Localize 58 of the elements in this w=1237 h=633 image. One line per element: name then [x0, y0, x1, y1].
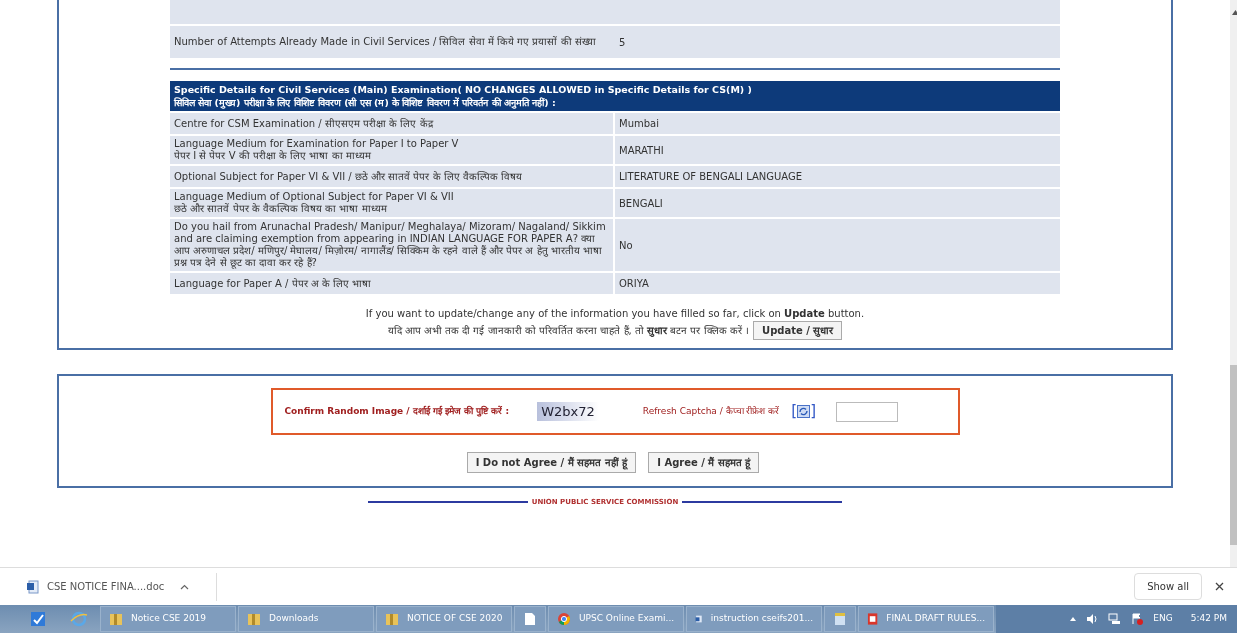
- field-label: Number of Attempts Already Made in Civil Services / सिविल सेवा में किये गए प्रयासों की संख्या: [173, 35, 597, 49]
- update-note-hindi: यदि आप अभी तक दी गई जानकारी को परिवर्तित करना चाहते हैं, तो सुधार बटन पर क्लिक करें ।: [387, 324, 749, 338]
- scroll-up-icon[interactable]: [1232, 10, 1237, 15]
- field-value: No: [618, 238, 633, 253]
- captcha-input[interactable]: [836, 401, 899, 422]
- tray-arrow-icon[interactable]: [1070, 617, 1077, 621]
- field-value: 5: [618, 35, 626, 50]
- disagree-button[interactable]: I Do not Agree / मैं सहमत नहीं हूं: [466, 452, 637, 473]
- taskbar-item[interactable]: [514, 606, 546, 632]
- agree-button[interactable]: I Agree / मैं सहमत हूं: [648, 452, 760, 473]
- language-indicator[interactable]: ENG: [1153, 612, 1173, 626]
- field-label: Language for Paper A / पेपर अ के लिए भाषा: [174, 277, 373, 290]
- field-value: Mumbai: [618, 117, 659, 131]
- download-file-name[interactable]: CSE NOTICE FINA....doc: [47, 579, 165, 594]
- pdf-icon: [867, 612, 879, 626]
- field-label: Optional Subject for Paper VI & VII / छठे और सातवें पेपर के लिए वैकल्पिक विषय: [174, 170, 524, 183]
- field-value: MARATHI: [618, 143, 664, 158]
- start-icon[interactable]: [30, 611, 46, 627]
- field-label: पेपर I से पेपर V की परीक्षा के लिए भाषा का माध्यम: [174, 150, 372, 162]
- update-note: If you want to update/change any of the information you have filled so far, click on Update button.: [365, 307, 865, 321]
- section-title-hindi: सिविल सेवा (मुख्य) परीक्षा के लिए विशिष्ट विवरण (सी एस (म) के विशिष्ट विवरण में परिवर्तन की अनुमति नहीं) :: [174, 96, 557, 109]
- folder-icon: [247, 612, 261, 626]
- notepad-icon: [834, 612, 846, 626]
- refresh-captcha-label[interactable]: Refresh Captcha / कैप्चा रीफ्रेश करें: [642, 404, 780, 419]
- update-button[interactable]: Update / सुधार: [753, 321, 843, 340]
- field-label: Language Medium of Optional Subject for Paper VI & VII: [174, 191, 455, 203]
- flag-icon[interactable]: [1131, 613, 1144, 625]
- taskbar-item[interactable]: UPSC Online Exami...: [548, 606, 684, 632]
- taskbar-item[interactable]: Notice CSE 2019: [100, 606, 236, 632]
- field-value: BENGALI: [618, 196, 663, 211]
- refresh-icon[interactable]: [797, 405, 811, 418]
- taskbar-item[interactable]: NOTICE OF CSE 2020: [376, 606, 512, 632]
- field-label: Centre for CSM Examination / सीएसएम परीक्षा के लिए केंद्र: [174, 117, 435, 130]
- field-label: Do you hail from Arunachal Pradesh/ Manipur/ Meghalaya/ Mizoram/ Nagaland/ Sikkim and are claiming exemption from appearing in INDIAN LANGUAGE FOR PAPER A? क्या आप अरुणाचल प्रदेश/ मणिपुर/ मेघालय/ मिज़ोरम/ नागालैंड/ सिक्किम के रहने वाले हैं और पेपर अ हेतु भारतीय भाषा प्रश्न पत्र देने से छूट का दावा कर रहे हैं?: [174, 221, 607, 269]
- captcha-label: Confirm Random Image / दर्शाई गई इमेज की पुष्टि करें :: [284, 404, 510, 419]
- taskbar-item[interactable]: instruction cseifs201...: [686, 606, 822, 632]
- bracket: ]: [810, 401, 817, 423]
- taskbar-item[interactable]: [824, 606, 856, 632]
- file-icon: [524, 612, 536, 626]
- field-label: Language Medium for Examination for Paper I to Paper V: [174, 138, 460, 150]
- chevron-up-icon[interactable]: [180, 583, 190, 590]
- field-label: छठे और सातवें पेपर के वैकल्पिक विषय का भाषा माध्यम: [174, 203, 388, 215]
- clock[interactable]: 5:42 PM: [1190, 612, 1227, 626]
- section-title: Specific Details for Civil Services (Main) Examination( NO CHANGES ALLOWED in Specific Details for CS(M) ): [174, 83, 753, 96]
- browser-icon: [557, 612, 571, 626]
- field-value: LITERATURE OF BENGALI LANGUAGE: [618, 170, 803, 184]
- document-icon: [26, 579, 39, 594]
- bracket: [: [791, 401, 798, 423]
- taskbar-item[interactable]: Downloads: [238, 606, 374, 632]
- field-value: ORIYA: [618, 277, 649, 291]
- folder-icon: [109, 612, 123, 626]
- taskbar-item[interactable]: FINAL DRAFT RULES...: [858, 606, 994, 632]
- close-icon[interactable]: [1215, 582, 1224, 591]
- captcha-image: W2bx72: [537, 401, 599, 422]
- network-icon[interactable]: [1108, 613, 1122, 625]
- speaker-icon[interactable]: [1086, 613, 1099, 625]
- folder-icon: [385, 612, 399, 626]
- show-all-button[interactable]: Show all: [1134, 573, 1202, 600]
